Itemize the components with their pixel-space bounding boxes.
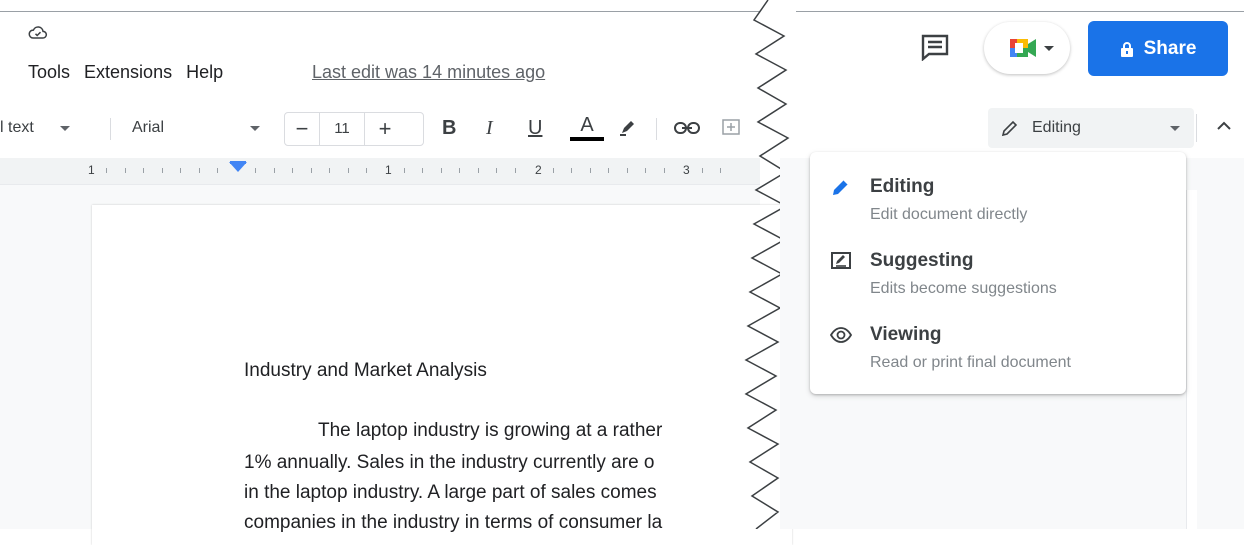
cloud-saved-icon[interactable] <box>28 24 48 42</box>
mode-option-title: Editing <box>870 176 935 197</box>
share-label: Share <box>1143 37 1197 59</box>
document-editor-left: Tools Extensions Help Last edit was 14 m… <box>0 0 792 545</box>
scrollbar[interactable] <box>1186 190 1197 529</box>
chevron-down-icon <box>1170 126 1180 131</box>
link-icon[interactable] <box>674 108 704 148</box>
mode-option-title: Viewing <box>870 324 942 345</box>
document-header-right: Share Editing Editing Edit document dire… <box>780 0 1244 529</box>
menu-tools[interactable]: Tools <box>28 62 70 83</box>
mode-option-desc: Edit document directly <box>870 206 1028 223</box>
mode-option-editing[interactable]: Editing Edit document directly <box>810 166 1186 240</box>
ruler-label: 2 <box>535 163 542 177</box>
font-select-label: Arial <box>132 119 165 136</box>
formatting-toolbar: l text Arial − 11 + B I U A <box>0 108 760 148</box>
chevron-down-icon <box>1044 46 1054 51</box>
italic-icon[interactable]: I <box>486 108 510 148</box>
mode-option-title: Suggesting <box>870 250 974 271</box>
style-select[interactable]: l text <box>0 108 100 148</box>
ruler: 1 1 2 3 <box>0 158 760 185</box>
text-color-icon[interactable]: A <box>570 108 604 148</box>
document-canvas <box>0 185 792 545</box>
font-select[interactable]: Arial <box>132 108 272 148</box>
mode-select-label: Editing <box>1032 119 1081 136</box>
mode-option-viewing[interactable]: Viewing Read or print final document <box>810 314 1186 388</box>
chevron-down-icon <box>250 125 261 131</box>
mode-dropdown-menu: Editing Edit document directly Suggestin… <box>810 152 1186 394</box>
meet-button[interactable] <box>984 22 1070 74</box>
menu-bar: Tools Extensions Help <box>28 62 223 83</box>
meet-camera-icon <box>1010 39 1036 57</box>
pencil-icon <box>1001 120 1018 137</box>
font-size-input[interactable]: 11 <box>319 113 365 145</box>
bold-icon[interactable]: B <box>442 108 466 148</box>
indent-marker[interactable] <box>229 162 247 172</box>
comment-history-icon[interactable] <box>920 33 950 61</box>
suggest-icon <box>831 252 851 269</box>
underline-icon[interactable]: U <box>528 108 552 148</box>
mode-select-button[interactable]: Editing <box>988 108 1194 148</box>
highlight-icon[interactable] <box>618 108 642 148</box>
decrease-font-size-button[interactable]: − <box>285 116 319 142</box>
document-line: The laptop industry is growing at a rath… <box>318 420 663 441</box>
mode-option-desc: Read or print final document <box>870 354 1071 371</box>
ruler-label: 1 <box>88 163 95 177</box>
ruler-label: 3 <box>683 163 690 177</box>
document-line: companies in the industry in terms of co… <box>244 512 663 533</box>
chevron-down-icon <box>59 125 70 131</box>
mode-option-desc: Edits become suggestions <box>870 280 1057 297</box>
menu-help[interactable]: Help <box>186 62 223 83</box>
pencil-icon <box>833 179 849 195</box>
eye-icon <box>830 327 852 343</box>
lock-icon <box>1120 41 1133 57</box>
document-line: in the laptop industry. A large part of … <box>244 482 657 503</box>
last-edit-link[interactable]: Last edit was 14 minutes ago <box>312 62 545 83</box>
chevron-up-icon[interactable] <box>1216 118 1232 134</box>
ruler-label: 1 <box>385 163 392 177</box>
share-button[interactable]: Share <box>1088 21 1228 76</box>
document-heading: Industry and Market Analysis <box>244 360 487 381</box>
mode-option-suggesting[interactable]: Suggesting Edits become suggestions <box>810 240 1186 314</box>
font-size-control: − 11 + <box>284 112 424 146</box>
increase-font-size-button[interactable]: + <box>365 116 405 142</box>
document-line: 1% annually. Sales in the industry curre… <box>244 452 655 473</box>
style-select-label: l text <box>0 119 34 136</box>
menu-extensions[interactable]: Extensions <box>84 62 172 83</box>
